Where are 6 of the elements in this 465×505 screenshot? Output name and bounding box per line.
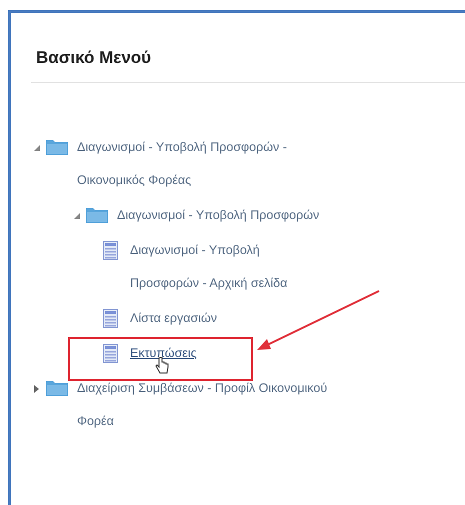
tree-item-link[interactable]: Διαχείριση Συμβάσεων - Προφίλ Οικονομικού Φορέα bbox=[77, 372, 347, 438]
tree-item-link[interactable]: Λίστα εργασιών bbox=[130, 302, 217, 335]
panel-title: Βασικό Μενού bbox=[31, 13, 465, 83]
tree-item-link[interactable]: Διαγωνισμοί - Υποβολή Προσφορών bbox=[117, 199, 320, 232]
tree-item-link[interactable]: Διαγωνισμοί - Υποβολή Προσφορών - Οικονομικός Φορέας bbox=[77, 131, 347, 197]
tree-item-link[interactable]: Διαγωνισμοί - Υποβολή Προσφορών - Αρχική σελίδα bbox=[130, 234, 300, 300]
